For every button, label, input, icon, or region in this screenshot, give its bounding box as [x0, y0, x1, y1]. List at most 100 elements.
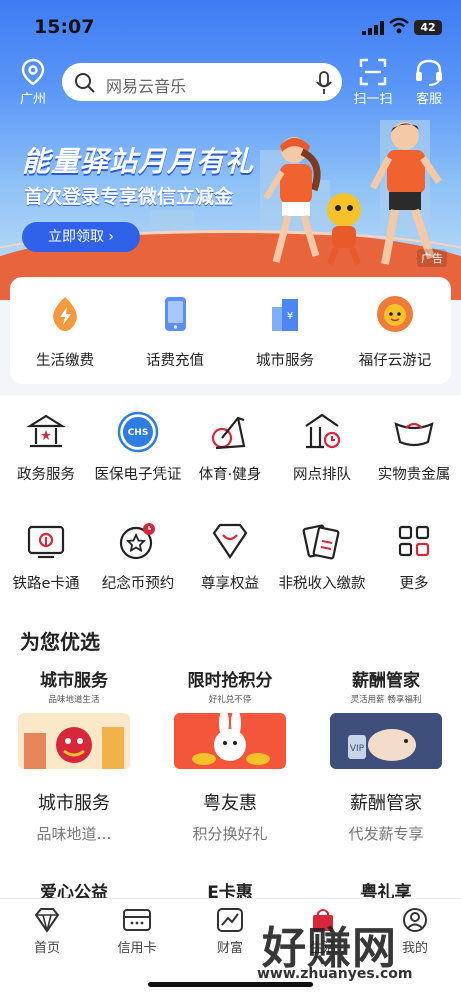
- grid-item-label: 政务服务: [17, 467, 75, 483]
- card-name: 薪酬管家: [350, 793, 422, 814]
- card-banner-heading: 城市服务: [40, 671, 108, 691]
- quick-item-label: 福仔云游记: [358, 353, 432, 369]
- quick-item-fuzai-tour[interactable]: 福仔云游记: [340, 295, 450, 370]
- card-banner-tagline: 灵活用薪 畅享福利: [350, 695, 422, 705]
- wealth-chart-icon: [217, 908, 243, 932]
- customer-service-button[interactable]: 客服: [406, 58, 452, 107]
- location-label: 广州: [19, 92, 46, 107]
- tax-payment-icon: [302, 524, 340, 560]
- card-description: 代发薪专享: [348, 825, 424, 843]
- tab-label: 我的: [401, 941, 428, 956]
- grid-item-label: 铁路e卡通: [12, 576, 80, 592]
- mascot-icon: [377, 296, 413, 332]
- grid-item-label: 非税收入缴款: [278, 576, 366, 592]
- tab-label: 信用卡: [117, 941, 157, 956]
- credit-card-icon: [123, 909, 151, 931]
- microphone-icon[interactable]: [316, 71, 332, 95]
- search-placeholder: 网易云音乐: [106, 77, 187, 96]
- chs-icon: CHS: [117, 411, 159, 453]
- banner-title: 能量驿站月月有礼: [22, 145, 255, 178]
- quick-item-label: 城市服务: [256, 353, 314, 369]
- quick-item-phone-topup[interactable]: 话费充值: [120, 295, 230, 370]
- grid-item-more[interactable]: 更多: [368, 519, 460, 595]
- scan-icon: [359, 58, 387, 86]
- card-name: 城市服务: [38, 793, 110, 814]
- profile-icon: [403, 908, 427, 932]
- card-banner-heading: 薪酬管家: [352, 671, 420, 691]
- search-icon: [75, 73, 95, 93]
- watermark-url: www.zhuanyes.com: [257, 966, 413, 982]
- recommend-card-yue-you-hui[interactable]: 限时抢积分 好礼兑不停 粤友惠 积分换好礼: [165, 666, 295, 844]
- location-pin-icon: [21, 58, 45, 86]
- tab-credit-card[interactable]: 信用卡: [92, 907, 182, 956]
- grid-item-government[interactable]: 政务服务: [0, 410, 92, 486]
- city-icon: ¥: [272, 299, 298, 331]
- quick-item-label: 话费充值: [146, 353, 204, 369]
- recommendation-section: 为您优选 城市服务 品味地道生活 城市服务 品味地道… 限时抢积分 好礼兑不停 …: [0, 620, 461, 903]
- service-grid: 政务服务 CHS 医保电子凭证 体育·健身 网点排队 实物贵金属 铁路e卡通 纪…: [0, 395, 461, 620]
- ad-tag: 广告: [417, 249, 447, 267]
- grid-item-branch-queue[interactable]: 网点排队: [276, 410, 368, 486]
- grid-item-fitness[interactable]: 体育·健身: [184, 410, 276, 486]
- fitness-icon: [211, 416, 246, 450]
- branch-queue-icon: [305, 413, 341, 449]
- grid-item-precious-metals[interactable]: 实物贵金属: [368, 410, 460, 486]
- location-selector[interactable]: 广州: [14, 58, 52, 107]
- phone-icon: [165, 297, 186, 331]
- grid-item-label: 医保电子凭证: [94, 467, 182, 483]
- scan-button[interactable]: 扫一扫: [348, 58, 398, 107]
- search-bar[interactable]: 网易云音乐: [62, 63, 342, 101]
- tab-label: 首页: [33, 941, 60, 956]
- grid-item-label: 体育·健身: [198, 467, 262, 483]
- status-time: 15:07: [34, 16, 95, 38]
- scan-label: 扫一扫: [353, 92, 393, 107]
- quick-item-city-service[interactable]: ¥ 城市服务: [230, 295, 340, 370]
- grid-item-medical-insurance[interactable]: CHS 医保电子凭证: [92, 410, 184, 486]
- quick-item-label: 生活缴费: [36, 353, 94, 369]
- grid-item-label: 实物贵金属: [377, 467, 451, 483]
- chs-badge-text: CHS: [128, 428, 149, 438]
- card-banner-tagline: 品味地道生活: [48, 695, 100, 705]
- government-icon: [26, 414, 66, 448]
- coin-icon: [119, 523, 155, 560]
- diamond-home-icon: [34, 908, 60, 933]
- home-indicator[interactable]: [148, 982, 313, 987]
- grid-item-label: 纪念币预约: [101, 576, 175, 592]
- banner-claim-button[interactable]: 立即领取 ›: [22, 222, 140, 252]
- headset-icon: [416, 59, 442, 86]
- status-bar: 15:07 42: [0, 0, 461, 54]
- card-name: 粤友惠: [203, 793, 257, 814]
- grid-item-label: 更多: [399, 576, 429, 592]
- quick-item-utility-payment[interactable]: 生活缴费: [10, 295, 120, 370]
- card-banner-tagline: 好礼兑不停: [208, 695, 252, 705]
- cellular-signal-icon: [362, 21, 384, 35]
- top-bar: 广州 网易云音乐 扫一扫 客服: [0, 58, 461, 108]
- section-title: 为您优选: [20, 630, 100, 654]
- tab-label: 财富: [216, 941, 243, 956]
- grid-item-railway-card[interactable]: 铁路e卡通: [0, 519, 92, 595]
- more-grid-icon: [398, 525, 430, 557]
- mascot-illustration: [327, 193, 361, 266]
- recommend-card-city-service[interactable]: 城市服务 品味地道生活 城市服务 品味地道…: [9, 666, 139, 844]
- card-banner-heading: 限时抢积分: [187, 671, 273, 691]
- customer-service-label: 客服: [415, 92, 442, 107]
- rabbit-illustration: [174, 709, 286, 769]
- piggy-bank-illustration: VIP: [330, 713, 442, 769]
- lion-dance-illustration: [18, 713, 130, 769]
- grid-item-nontax-payment[interactable]: 非税收入缴款: [276, 519, 368, 595]
- grid-item-label: 网点排队: [293, 467, 351, 483]
- banner-subtitle: 首次登录专享微信立减金: [24, 186, 234, 208]
- card-description: 品味地道…: [36, 825, 112, 843]
- grid-item-premium-rights[interactable]: 尊享权益: [184, 519, 276, 595]
- quick-services-card: 生活缴费 话费充值 ¥ 城市服务 福仔云游记: [10, 277, 451, 384]
- battery-indicator: 42: [414, 20, 442, 35]
- card-description: 积分换好礼: [192, 825, 268, 843]
- recommend-card-salary-manager[interactable]: 薪酬管家 灵活用薪 畅享福利 VIP 薪酬管家 代发薪专享: [321, 666, 451, 844]
- tab-home[interactable]: 首页: [2, 907, 92, 956]
- grid-item-label: 尊享权益: [201, 576, 259, 592]
- grid-item-coin-reservation[interactable]: 纪念币预约: [92, 519, 184, 595]
- svg-text:¥: ¥: [287, 311, 293, 322]
- energy-icon: [53, 297, 77, 331]
- diamond-icon: [212, 523, 248, 559]
- gold-ingot-icon: [394, 422, 434, 447]
